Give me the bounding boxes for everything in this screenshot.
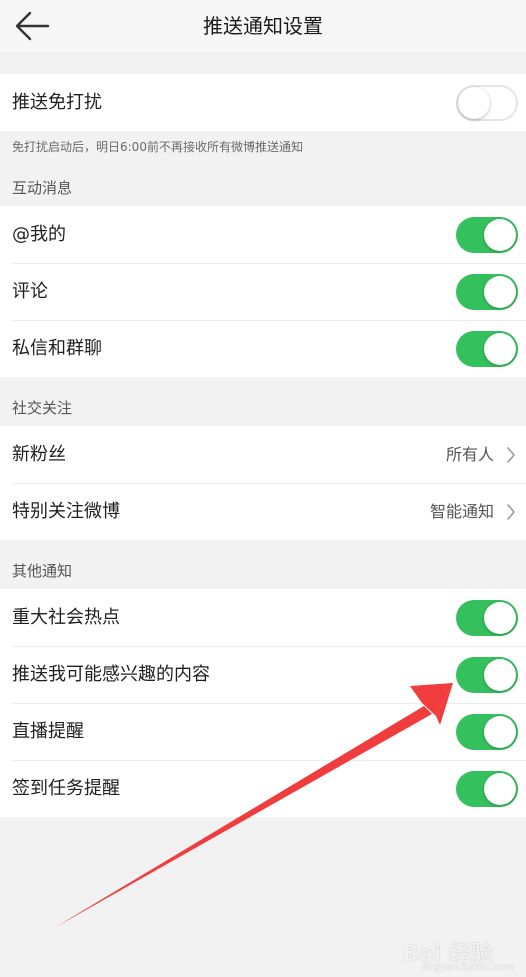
- dnd-label: 推送免打扰: [12, 92, 102, 113]
- watermark-url: jingyan.baidu.com: [422, 962, 515, 973]
- dnd-group: 推送免打扰: [0, 74, 526, 131]
- setting-row-comments: 评论: [0, 263, 526, 320]
- checkin-reminder-toggle[interactable]: [456, 771, 518, 807]
- setting-row-live-reminder: 直播提醒: [0, 703, 526, 760]
- toggle-knob: [484, 276, 516, 308]
- baidu-jingyan-watermark: Bai 经验 jingyan.baidu.com: [398, 930, 526, 977]
- dnd-note: 免打扰启动后，明日6:00前不再接收所有微博推送通知: [12, 140, 303, 154]
- setting-label: 直播提醒: [12, 721, 84, 742]
- dnd-toggle[interactable]: [456, 85, 518, 121]
- interest-content-toggle[interactable]: [456, 657, 518, 693]
- interaction-group: @我的 评论 私信和群聊: [0, 206, 526, 377]
- section-title-social: 社交关注: [12, 399, 73, 417]
- setting-row-messages: 私信和群聊: [0, 320, 526, 377]
- setting-row-hot-events: 重大社会热点: [0, 589, 526, 646]
- setting-row-new-fans[interactable]: 新粉丝 所有人: [0, 426, 526, 483]
- toggle-knob: [484, 602, 516, 634]
- toggle-knob: [458, 87, 490, 119]
- setting-label: 重大社会热点: [12, 607, 120, 628]
- chevron-right-icon: [507, 504, 515, 520]
- setting-label: 特别关注微博: [12, 501, 120, 522]
- toggle-knob: [484, 659, 516, 691]
- chevron-right-icon: [507, 447, 515, 463]
- setting-row-interest-content: 推送我可能感兴趣的内容: [0, 646, 526, 703]
- toggle-knob: [484, 333, 516, 365]
- comments-toggle[interactable]: [456, 274, 518, 310]
- setting-label: 签到任务提醒: [12, 778, 120, 799]
- setting-value: 智能通知: [429, 502, 494, 521]
- setting-value: 所有人: [445, 445, 494, 464]
- setting-row-special-follow[interactable]: 特别关注微博 智能通知: [0, 483, 526, 540]
- toggle-knob: [484, 773, 516, 805]
- dnd-row: 推送免打扰: [0, 74, 526, 131]
- setting-row-mentions: @我的: [0, 206, 526, 263]
- social-group: 新粉丝 所有人 特别关注微博 智能通知: [0, 426, 526, 540]
- mentions-toggle[interactable]: [456, 217, 518, 253]
- setting-label: 推送我可能感兴趣的内容: [12, 664, 210, 685]
- setting-row-checkin-reminder: 签到任务提醒: [0, 760, 526, 817]
- page-title: 推送通知设置: [203, 14, 323, 38]
- section-title-interaction: 互动消息: [12, 179, 73, 197]
- setting-label: 评论: [12, 281, 48, 302]
- navigation-bar: 推送通知设置: [0, 0, 526, 52]
- section-title-other: 其他通知: [12, 562, 73, 580]
- live-reminder-toggle[interactable]: [456, 714, 518, 750]
- hot-events-toggle[interactable]: [456, 600, 518, 636]
- messages-toggle[interactable]: [456, 331, 518, 367]
- setting-label: 新粉丝: [12, 444, 66, 465]
- setting-label: @我的: [12, 224, 66, 245]
- other-group: 重大社会热点 推送我可能感兴趣的内容 直播提醒 签到任务提醒: [0, 589, 526, 817]
- setting-label: 私信和群聊: [12, 338, 102, 359]
- toggle-knob: [484, 219, 516, 251]
- toggle-knob: [484, 716, 516, 748]
